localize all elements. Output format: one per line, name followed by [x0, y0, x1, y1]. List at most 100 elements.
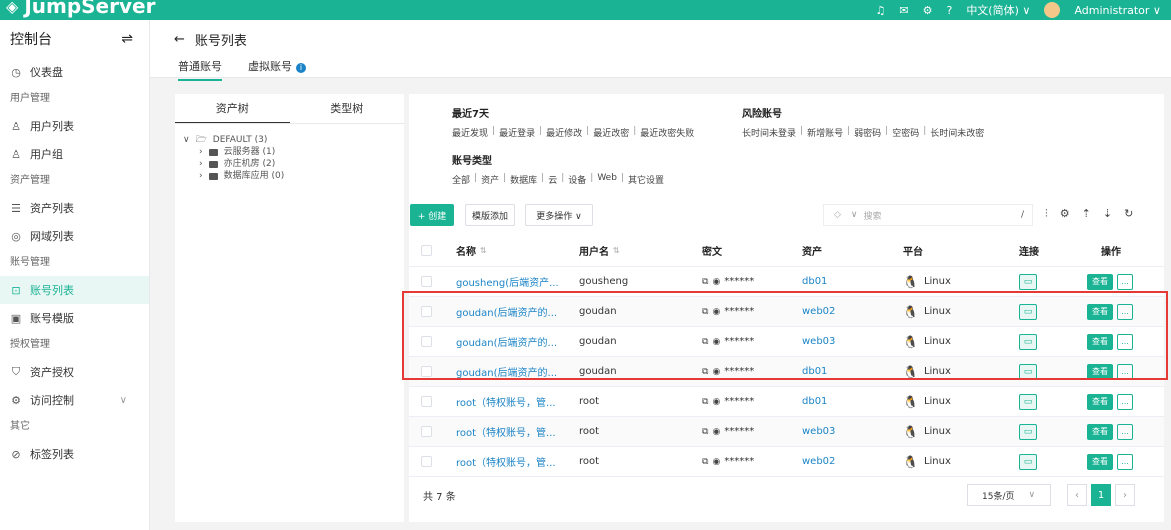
filter-link[interactable]: 最近改密 — [593, 126, 629, 139]
refresh-icon[interactable]: ↻ — [1124, 207, 1133, 221]
more-button[interactable]: ... — [1117, 333, 1133, 350]
download-icon[interactable]: ⇣ — [1103, 207, 1112, 221]
filter-link[interactable]: Web — [597, 173, 617, 186]
tab-normal-accounts[interactable]: 普通账号 — [178, 58, 222, 81]
row-checkbox[interactable] — [421, 276, 432, 287]
chevron-right-icon[interactable]: › — [199, 170, 203, 182]
chevron-down-icon[interactable]: ∨ — [183, 134, 190, 146]
filter-link[interactable]: 新增账号 — [807, 126, 843, 139]
sort-icon[interactable]: ⇅ — [613, 246, 620, 255]
view-button[interactable]: 查看 — [1087, 333, 1113, 350]
asset-link[interactable]: web02 — [802, 297, 882, 326]
asset-link[interactable]: db01 — [802, 267, 882, 296]
sidebar-item-asset-list[interactable]: ☰ 资产列表 — [0, 194, 149, 222]
sidebar-item-labels[interactable]: ⊘ 标签列表 — [0, 440, 149, 468]
select-all-checkbox[interactable] — [421, 245, 432, 256]
row-checkbox[interactable] — [421, 306, 432, 317]
asset-link[interactable]: web03 — [802, 327, 882, 356]
back-link[interactable]: ← 账号列表 — [174, 30, 247, 49]
chevron-right-icon[interactable]: › — [199, 158, 203, 170]
sidebar-item-user-groups[interactable]: ♙ 用户组 — [0, 140, 149, 168]
row-checkbox[interactable] — [421, 366, 432, 377]
user-menu[interactable]: Administrator ∨ — [1074, 4, 1161, 17]
info-icon[interactable]: i — [296, 63, 306, 73]
tab-virtual-accounts[interactable]: 虚拟账号 i — [248, 58, 306, 81]
connect-button[interactable]: ▭ — [1019, 363, 1037, 380]
filter-link[interactable]: 最近登录 — [499, 126, 535, 139]
filter-link[interactable]: 长时间未登录 — [742, 126, 796, 139]
view-button[interactable]: 查看 — [1087, 273, 1113, 290]
filter-link[interactable]: 数据库 — [510, 173, 537, 186]
sidebar-item-access-control[interactable]: ⚙ 访问控制 ∨ — [0, 386, 149, 414]
connect-button[interactable]: ▭ — [1019, 303, 1037, 320]
chevron-right-icon[interactable]: › — [199, 146, 203, 158]
chevron-down-icon[interactable]: ∨ — [851, 210, 864, 220]
sidebar-item-user-list[interactable]: ♙ 用户列表 — [0, 112, 149, 140]
view-button[interactable]: 查看 — [1087, 363, 1113, 380]
search-input[interactable]: ◇ ∨ 搜索 / — [823, 204, 1033, 226]
row-checkbox[interactable] — [421, 396, 432, 407]
copy-icon[interactable]: ⧉ — [702, 307, 708, 317]
copy-icon[interactable]: ⧉ — [702, 277, 708, 287]
more-button[interactable]: ... — [1117, 423, 1133, 440]
tab-asset-tree[interactable]: 资产树 — [175, 94, 290, 123]
more-actions-dropdown[interactable]: 更多操作 ∨ — [525, 204, 593, 226]
filter-link[interactable]: 长时间未改密 — [930, 126, 984, 139]
eye-icon[interactable]: ◉ — [712, 367, 720, 377]
connect-button[interactable]: ▭ — [1019, 393, 1037, 410]
sidebar-item-account-list[interactable]: ⊡ 账号列表 — [0, 276, 149, 304]
asset-link[interactable]: db01 — [802, 387, 882, 416]
filter-link[interactable]: 弱密码 — [854, 126, 881, 139]
more-button[interactable]: ... — [1117, 453, 1133, 470]
filter-link[interactable]: 资产 — [481, 173, 499, 186]
more-button[interactable]: ... — [1117, 303, 1133, 320]
connect-button[interactable]: ▭ — [1019, 333, 1037, 350]
account-name-link[interactable]: root（特权账号，管... — [456, 417, 566, 446]
column-name[interactable]: 名称 ⇅ — [456, 235, 566, 266]
view-button[interactable]: 查看 — [1087, 453, 1113, 470]
eye-icon[interactable]: ◉ — [712, 307, 720, 317]
upload-icon[interactable]: ⇡ — [1082, 207, 1091, 221]
eye-icon[interactable]: ◉ — [712, 427, 720, 437]
copy-icon[interactable]: ⧉ — [702, 367, 708, 377]
view-button[interactable]: 查看 — [1087, 423, 1113, 440]
copy-icon[interactable]: ⧉ — [702, 457, 708, 467]
eye-icon[interactable]: ◉ — [712, 457, 720, 467]
settings-icon[interactable]: ⚙ — [1060, 207, 1070, 221]
row-checkbox[interactable] — [421, 336, 432, 347]
more-button[interactable]: ... — [1117, 273, 1133, 290]
account-name-link[interactable]: goudan(后端资产的... — [456, 297, 566, 326]
mail-icon[interactable]: ✉ — [899, 4, 908, 17]
account-name-link[interactable]: root（特权账号，管... — [456, 387, 566, 416]
tree-node[interactable]: › 云服务器 (1) — [183, 146, 404, 158]
account-name-link[interactable]: root（特权账号，管... — [456, 447, 566, 476]
tree-node[interactable]: › 数据库应用 (0) — [183, 170, 404, 182]
sidebar-item-dashboard[interactable]: ◷ 仪表盘 — [0, 58, 149, 86]
tree-node-root[interactable]: ∨ 🗁 DEFAULT (3) — [183, 134, 404, 146]
create-button[interactable]: + 创建 — [410, 204, 454, 226]
language-switch[interactable]: 中文(简体) ∨ — [966, 2, 1030, 18]
connect-button[interactable]: ▭ — [1019, 453, 1037, 470]
copy-icon[interactable]: ⧉ — [702, 427, 708, 437]
sidebar-item-domain-list[interactable]: ◎ 网域列表 — [0, 222, 149, 250]
app-logo[interactable]: ◈ JumpServer — [6, 0, 155, 18]
filter-link[interactable]: 设备 — [568, 173, 586, 186]
sidebar-item-account-templates[interactable]: ▣ 账号模版 — [0, 304, 149, 332]
filter-icon[interactable]: ◇ — [824, 210, 851, 220]
row-checkbox[interactable] — [421, 426, 432, 437]
filter-link[interactable]: 最近发现 — [452, 126, 488, 139]
view-button[interactable]: 查看 — [1087, 303, 1113, 320]
eye-icon[interactable]: ◉ — [712, 397, 720, 407]
filter-link[interactable]: 其它设置 — [628, 173, 664, 186]
column-username[interactable]: 用户名 ⇅ — [579, 235, 669, 266]
account-name-link[interactable]: goudan(后端资产的... — [456, 357, 566, 386]
tree-node[interactable]: › 亦庄机房 (2) — [183, 158, 404, 170]
eye-icon[interactable]: ◉ — [712, 277, 720, 287]
asset-link[interactable]: web03 — [802, 417, 882, 446]
settings-icon[interactable]: ⚙ — [923, 4, 933, 17]
filter-link[interactable]: 空密码 — [892, 126, 919, 139]
column-settings-icon[interactable]: ⫶ — [1045, 207, 1048, 221]
page-size-select[interactable]: 15条/页 ∨ — [967, 484, 1051, 506]
avatar[interactable] — [1044, 2, 1061, 18]
connect-button[interactable]: ▭ — [1019, 273, 1037, 290]
